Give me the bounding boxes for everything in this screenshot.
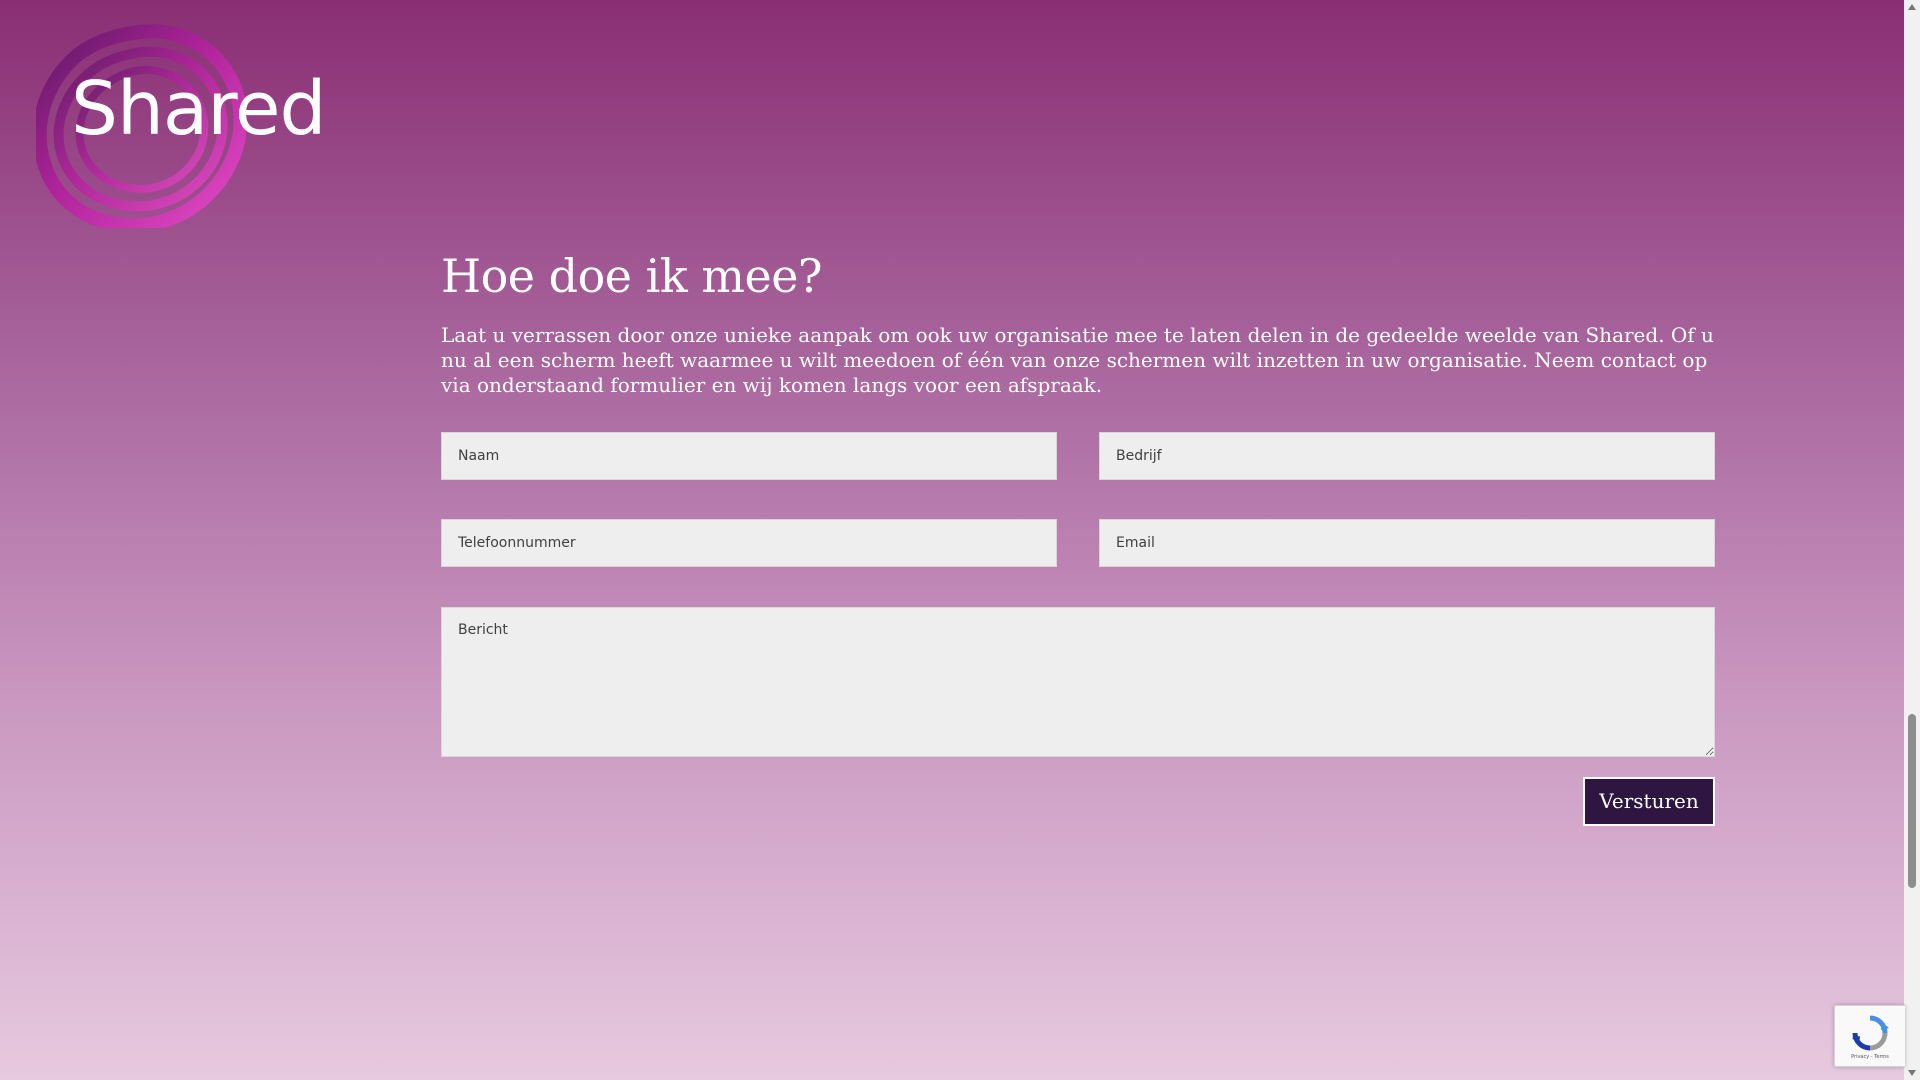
recaptcha-links[interactable]: Privacy - Terms xyxy=(1839,1055,1901,1060)
shared-logo[interactable]: Shared xyxy=(36,24,327,228)
form-row-details xyxy=(441,518,1715,567)
phone-input[interactable] xyxy=(441,518,1057,567)
scroll-up-icon[interactable] xyxy=(1908,4,1916,10)
recaptcha-badge[interactable]: Privacy - Terms xyxy=(1834,1005,1905,1067)
email-input[interactable] xyxy=(1099,518,1715,567)
intro-text: Laat u verrassen door onze unieke aanpak… xyxy=(441,322,1714,397)
company-input[interactable] xyxy=(1099,431,1715,480)
form-row-contact xyxy=(441,431,1715,480)
submit-row: Versturen xyxy=(441,776,1715,826)
contact-section: Hoe doe ik mee? Laat u verrassen door on… xyxy=(441,250,1715,826)
submit-button[interactable]: Versturen xyxy=(1583,776,1715,826)
page: Shared Hoe doe ik mee? Laat u verrassen … xyxy=(0,0,1904,1080)
page-title: Hoe doe ik mee? xyxy=(441,249,823,303)
scroll-down-icon[interactable] xyxy=(1908,1070,1916,1076)
logo-text: Shared xyxy=(71,66,327,152)
recaptcha-icon xyxy=(1852,1015,1889,1051)
message-textarea[interactable] xyxy=(441,606,1715,757)
vertical-scrollbar[interactable] xyxy=(1904,0,1920,1080)
name-input[interactable] xyxy=(441,431,1057,480)
contact-form: Versturen xyxy=(441,431,1715,826)
scrollbar-thumb[interactable] xyxy=(1908,714,1916,888)
